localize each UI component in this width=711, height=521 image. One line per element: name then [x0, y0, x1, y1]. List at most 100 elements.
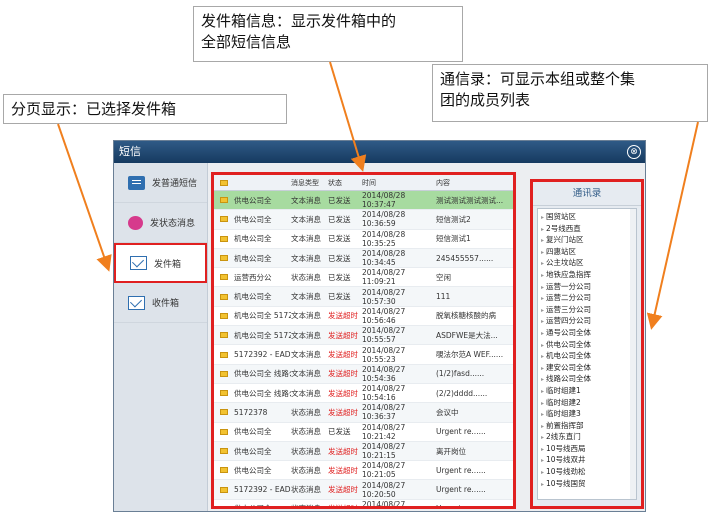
table-row[interactable]: 5172392 - EADS 文本消息 发送超时 2014/08/27 10:55:2…: [214, 345, 513, 365]
paging-callout-text: 分页显示：已选择发件箱: [11, 100, 177, 118]
cell-status: 已发送: [328, 253, 351, 263]
table-row[interactable]: 机电公司全 5172392文本消息发送超时 2014/08/27 10:56:46…: [214, 307, 513, 327]
cell-type: 文本消息: [291, 350, 321, 360]
contact-item[interactable]: ▸ 10号线西局: [541, 443, 636, 455]
header-type[interactable]: 消息类型: [291, 178, 328, 188]
envelope-icon: [214, 409, 234, 416]
expand-arrow-icon[interactable]: ▸: [541, 353, 544, 360]
contact-item[interactable]: ▸ 公主坟站区: [541, 257, 636, 269]
table-row[interactable]: 机电公司全 文本消息 已发送 2014/08/28 10:35:25 短信测试1: [214, 230, 513, 249]
nav-send-status[interactable]: 发状态消息: [114, 203, 207, 243]
contact-item[interactable]: ▸ 临时组建3: [541, 408, 636, 420]
contact-item[interactable]: ▸ 运营四分公司: [541, 315, 636, 327]
contact-item[interactable]: ▸ 机电公司全体: [541, 350, 636, 362]
cell-content: Urgent re......: [436, 465, 486, 475]
expand-arrow-icon[interactable]: ▸: [541, 249, 544, 256]
outbox-table: 消息类型 状态 时间 内容 供电公司全 文本消息 已发送 2014/08/28 10:…: [211, 172, 516, 509]
nav-inbox[interactable]: 收件箱: [114, 283, 207, 323]
header-content[interactable]: 内容: [436, 178, 506, 188]
contacts-arrow: [646, 121, 699, 330]
contact-item[interactable]: ▸ 10号线双井: [541, 454, 636, 466]
expand-arrow-icon[interactable]: ▸: [541, 434, 544, 441]
table-row[interactable]: 5172392 - EADS 状态消息 发送超时 2014/08/27 10:20:5…: [214, 480, 513, 500]
table-row[interactable]: 供电公司全 线路公司文本消息发送超时 2014/08/27 10:54:16 (2/…: [214, 384, 513, 404]
contacts-scrollbar[interactable]: [630, 209, 636, 499]
table-row[interactable]: 供电公司全 线路公司文本消息发送超时 2014/08/27 10:54:36 (1/…: [214, 364, 513, 384]
table-row[interactable]: 供电公司全 文本消息 已发送 2014/08/28 10:37:47 测试测试测试测试.…: [214, 191, 513, 211]
contact-item[interactable]: ▸ 国贸站区: [541, 211, 636, 223]
expand-arrow-icon[interactable]: ▸: [541, 237, 544, 244]
expand-arrow-icon[interactable]: ▸: [541, 330, 544, 337]
expand-arrow-icon[interactable]: ▸: [541, 457, 544, 464]
expand-arrow-icon[interactable]: ▸: [541, 318, 544, 325]
header-time[interactable]: 时间: [362, 178, 436, 188]
expand-arrow-icon[interactable]: ▸: [541, 307, 544, 314]
table-body: 供电公司全 文本消息 已发送 2014/08/28 10:37:47 测试测试测试测试.…: [214, 191, 513, 509]
expand-arrow-icon[interactable]: ▸: [541, 411, 544, 418]
cell-content: (2/2)dddd......: [436, 388, 488, 398]
expand-arrow-icon[interactable]: ▸: [541, 260, 544, 267]
cell-sender: 供电公司全: [234, 214, 272, 224]
table-row[interactable]: 机电公司全 文本消息 已发送 2014/08/28 10:34:45 245455557…: [214, 248, 513, 269]
table-row[interactable]: 机电公司全 5172392文本消息发送超时 2014/08/27 10:55:57…: [214, 326, 513, 346]
table-row[interactable]: 供电公司全 状态消息 发送超时 2014/08/27 10:21:05 Urgent r…: [214, 461, 513, 481]
contact-item[interactable]: ▸ 前置指挥部: [541, 420, 636, 432]
contact-item[interactable]: ▸ 2线东直门: [541, 431, 636, 443]
table-row[interactable]: 供电公司全 文本消息 已发送 2014/08/28 10:36:59 短信测试2: [214, 210, 513, 230]
cell-type: 状态消息: [291, 427, 321, 437]
cell-type: 状态消息: [291, 446, 321, 456]
nav-item-label: 收件箱: [152, 299, 180, 309]
contact-label: 临时组建1: [546, 385, 581, 395]
expand-arrow-icon[interactable]: ▸: [541, 481, 544, 488]
expand-arrow-icon[interactable]: ▸: [541, 295, 544, 302]
expand-arrow-icon[interactable]: ▸: [541, 365, 544, 372]
expand-arrow-icon[interactable]: ▸: [541, 446, 544, 453]
expand-arrow-icon[interactable]: ▸: [541, 226, 544, 233]
table-row[interactable]: 供电公司全 状态消息 发送超时 2014/08/27 10:21:15 离开岗位: [214, 441, 513, 462]
contact-item[interactable]: ▸ 供电公司全体: [541, 339, 636, 351]
expand-arrow-icon[interactable]: ▸: [541, 469, 544, 476]
cell-content: 测试测试测试测试...: [436, 195, 504, 205]
cell-type: 文本消息: [291, 330, 321, 340]
contact-item[interactable]: ▸ 10号线国贸: [541, 478, 636, 490]
contact-item[interactable]: ▸ 线路公司全体: [541, 373, 636, 385]
expand-arrow-icon[interactable]: ▸: [541, 423, 544, 430]
header-icon-col[interactable]: [214, 179, 234, 186]
envelope-icon: [214, 370, 234, 377]
expand-arrow-icon[interactable]: ▸: [541, 400, 544, 407]
expand-arrow-icon[interactable]: ▸: [541, 284, 544, 291]
table-row[interactable]: 供电公司全 状态消息 发送超时 2014/08/27 10:20:33 Urgent r…: [214, 500, 513, 509]
contact-item[interactable]: ▸ 临时组建1: [541, 385, 636, 397]
contact-item[interactable]: ▸ 四惠站区: [541, 246, 636, 258]
contact-item[interactable]: ▸ 运营二分公司: [541, 292, 636, 304]
contact-label: 机电公司全体: [546, 351, 592, 361]
expand-arrow-icon[interactable]: ▸: [541, 388, 544, 395]
expand-arrow-icon[interactable]: ▸: [541, 272, 544, 279]
expand-arrow-icon[interactable]: ▸: [541, 214, 544, 221]
nav-outbox[interactable]: 发件箱: [114, 243, 207, 283]
nav-send-sms[interactable]: 发普通短信: [114, 163, 207, 203]
table-row[interactable]: 机电公司全 文本消息 已发送 2014/08/27 10:57:30 111: [214, 287, 513, 307]
expand-arrow-icon[interactable]: ▸: [541, 342, 544, 349]
contact-item[interactable]: ▸ 运营一分公司: [541, 281, 636, 293]
contact-item[interactable]: ▸ 通号公司全体: [541, 327, 636, 339]
contact-item[interactable]: ▸ 地铁应急指挥: [541, 269, 636, 281]
cell-time: 2014/08/27 10:21:05: [362, 461, 406, 480]
header-status[interactable]: 状态: [328, 178, 362, 188]
cell-time: 2014/08/28 10:35:25: [362, 229, 406, 248]
table-row[interactable]: 5172378 状态消息 发送超时 2014/08/27 10:36:37 会议中: [214, 403, 513, 423]
contact-item[interactable]: ▸ 复兴门站区: [541, 234, 636, 246]
contact-item[interactable]: ▸ 运营三分公司: [541, 304, 636, 316]
table-row[interactable]: 供电公司全 状态消息 已发送 2014/08/27 10:21:42 Urgent re…: [214, 423, 513, 442]
contact-item[interactable]: ▸ 临时组建2: [541, 397, 636, 409]
envelope-icon: [214, 197, 234, 204]
contact-item[interactable]: ▸ 10号线劲松: [541, 466, 636, 478]
close-icon[interactable]: ⊗: [627, 145, 641, 159]
expand-arrow-icon[interactable]: ▸: [541, 376, 544, 383]
cell-type: 状态消息: [291, 504, 321, 509]
table-row[interactable]: 运营西分公 状态消息 已发送 2014/08/27 11:09:21 空闲: [214, 268, 513, 288]
cell-time: 2014/08/27 10:54:36: [362, 364, 406, 383]
cell-time: 2014/08/27 10:55:23: [362, 345, 406, 364]
contact-item[interactable]: ▸ 建安公司全体: [541, 362, 636, 374]
contact-item[interactable]: ▸ 2号线西直: [541, 223, 636, 235]
